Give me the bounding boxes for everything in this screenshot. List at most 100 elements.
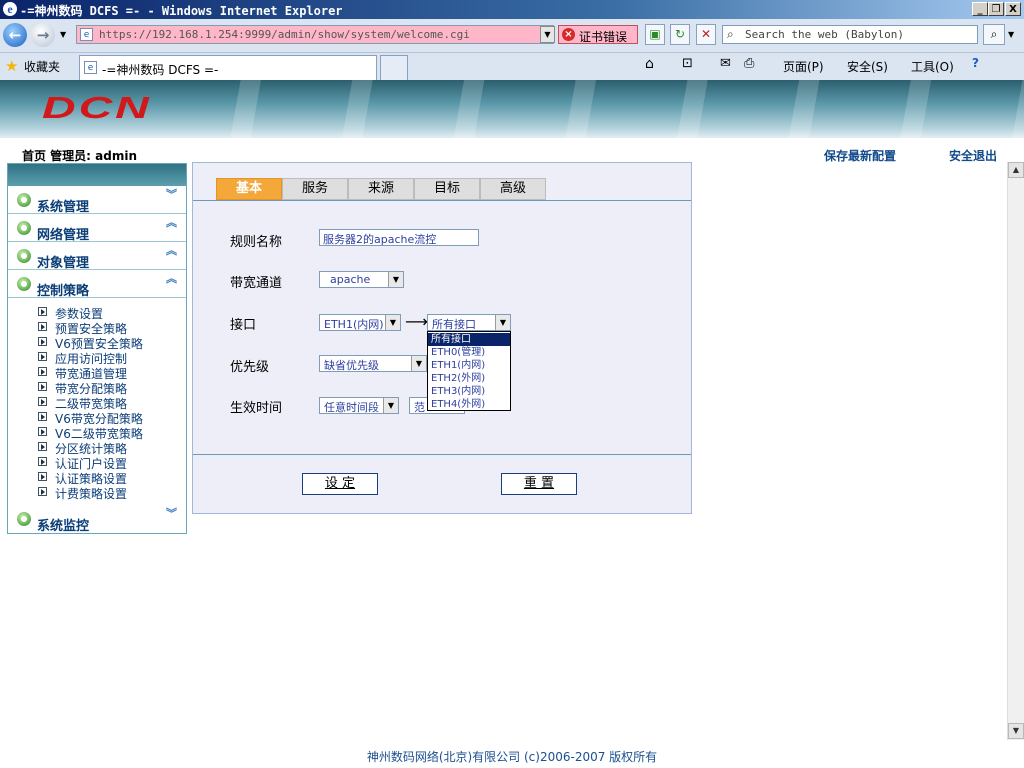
search-placeholder[interactable]: Search the web (Babylon) <box>745 28 904 41</box>
scroll-up-icon[interactable]: ▲ <box>1008 162 1024 178</box>
interface-to-select[interactable]: 所有接口 ▼ <box>427 314 511 331</box>
page-menu[interactable]: 页面(P) <box>783 58 824 75</box>
interface-option[interactable]: ETH0(管理) <box>428 346 510 359</box>
page-scrollbar[interactable]: ▲ ▼ <box>1007 162 1024 740</box>
compatibility-view-button[interactable]: ▣ <box>645 24 665 45</box>
chevron-down-icon[interactable]: ▼ <box>388 272 403 287</box>
address-dropdown-button[interactable]: ▼ <box>540 26 555 43</box>
chevron-down-icon[interactable]: ▼ <box>411 356 426 371</box>
browser-tab[interactable]: e -=神州数码 DCFS =- <box>79 55 377 80</box>
tab-source[interactable]: 来源 <box>348 178 414 200</box>
chevron-down-icon[interactable]: ▼ <box>495 315 510 330</box>
interface-from-select[interactable]: ETH1(内网) ▼ <box>319 314 401 331</box>
priority-label: 优先级 <box>230 360 270 375</box>
channel-select[interactable]: apache ▼ <box>319 271 404 288</box>
mail-icon[interactable]: ✉ <box>720 56 731 71</box>
sidebar-section-system[interactable]: 系统管理 ︾ <box>8 187 186 215</box>
tab-basic[interactable]: 基本 <box>216 178 282 200</box>
section-ball-icon <box>17 512 31 526</box>
close-button[interactable]: X <box>1005 2 1021 16</box>
refresh-button[interactable]: ↻ <box>670 24 690 45</box>
new-tab-button[interactable] <box>380 55 408 80</box>
sidebar-section-network[interactable]: 网络管理 ︽ <box>8 215 186 243</box>
sidebar-section-control[interactable]: 控制策略 ︽ <box>8 271 186 299</box>
page-favicon-icon: e <box>80 28 93 41</box>
interface-option[interactable]: ETH2(外网) <box>428 372 510 385</box>
right-arrow-icon: ⟶ <box>405 312 428 331</box>
expand-box-icon <box>38 442 47 451</box>
chevron-down-icon[interactable]: ︾ <box>166 189 177 200</box>
time-select[interactable]: 任意时间段 ▼ <box>319 397 399 414</box>
expand-box-icon <box>38 382 47 391</box>
search-go-button[interactable]: ⌕ <box>983 24 1005 45</box>
forward-button[interactable]: → <box>31 23 55 47</box>
history-dropdown-icon[interactable]: ▼ <box>60 30 66 39</box>
interface-option[interactable]: ETH4(外网) <box>428 398 510 411</box>
expand-box-icon <box>38 427 47 436</box>
refresh-icon: ↻ <box>674 27 686 41</box>
home-icon[interactable]: ⌂ <box>645 56 654 72</box>
search-icon: ⌕ <box>727 27 734 41</box>
expand-box-icon <box>38 307 47 316</box>
search-box[interactable]: ⌕ Search the web (Babylon) <box>722 25 978 44</box>
tools-menu[interactable]: 工具(O) <box>911 58 954 75</box>
tab-service[interactable]: 服务 <box>282 178 348 200</box>
channel-value: apache <box>330 273 371 286</box>
priority-select[interactable]: 缺省优先级 ▼ <box>319 355 427 372</box>
reset-button[interactable]: 重 置 <box>501 473 577 495</box>
chevron-up-icon[interactable]: ︽ <box>166 273 177 284</box>
window-titlebar: e -=神州数码 DCFS =- - Windows Internet Expl… <box>0 0 1024 19</box>
search-options-icon[interactable]: ▼ <box>1008 30 1014 39</box>
header-banner <box>0 80 1024 138</box>
logout-link[interactable]: 安全退出 <box>949 147 997 164</box>
expand-box-icon <box>38 412 47 421</box>
chevron-up-icon[interactable]: ︽ <box>166 217 177 228</box>
expand-box-icon <box>38 367 47 376</box>
favorites-star-icon[interactable]: ★ <box>5 57 18 75</box>
sidebar-section-label: 对象管理 <box>37 256 90 271</box>
interface-from-value: ETH1(内网) <box>324 318 384 331</box>
interface-option[interactable]: 所有接口 <box>428 333 510 346</box>
restore-button[interactable]: ❐ <box>988 2 1004 16</box>
ie-logo-icon: e <box>3 2 17 16</box>
print-icon[interactable]: ⎙ <box>744 56 754 71</box>
chevron-down-icon[interactable]: ︾ <box>166 508 177 519</box>
expand-box-icon <box>38 472 47 481</box>
rss-feed-icon[interactable]: ⊡ <box>682 56 693 71</box>
sidebar-section-label: 系统监控 <box>37 519 90 534</box>
expand-box-icon <box>38 322 47 331</box>
interface-option[interactable]: ETH1(内网) <box>428 359 510 372</box>
set-button[interactable]: 设 定 <box>302 473 378 495</box>
url-text[interactable]: https://192.168.1.254:9999/admin/show/sy… <box>99 28 470 41</box>
back-button[interactable]: ← <box>3 23 27 47</box>
interface-to-value: 所有接口 <box>432 318 476 331</box>
section-ball-icon <box>17 249 31 263</box>
navigation-bar: ← → ▼ e https://192.168.1.254:9999/admin… <box>0 19 1024 53</box>
certificate-error-button[interactable]: × 证书错误 <box>558 25 638 44</box>
chevron-up-icon[interactable]: ︽ <box>166 245 177 256</box>
interface-option[interactable]: ETH3(内网) <box>428 385 510 398</box>
back-arrow-icon: ← <box>8 26 22 44</box>
user-info: 首页 管理员: admin <box>22 149 138 163</box>
forward-arrow-icon: → <box>36 26 50 44</box>
favorites-label[interactable]: 收藏夹 <box>24 58 60 75</box>
interface-label: 接口 <box>230 318 257 333</box>
rule-name-input[interactable]: 服务器2的apache流控 <box>319 229 479 246</box>
help-icon[interactable]: ? <box>972 56 979 70</box>
compat-page-icon: ▣ <box>649 27 661 41</box>
sidebar-section-monitor[interactable]: 系统监控 ︾ <box>8 506 186 534</box>
sidebar-section-object[interactable]: 对象管理 ︽ <box>8 243 186 271</box>
chevron-down-icon[interactable]: ▼ <box>383 398 398 413</box>
safety-menu[interactable]: 安全(S) <box>847 58 888 75</box>
address-bar[interactable]: e https://192.168.1.254:9999/admin/show/… <box>76 25 554 44</box>
save-config-link[interactable]: 保存最新配置 <box>824 147 896 164</box>
tab-destination[interactable]: 目标 <box>414 178 480 200</box>
stop-button[interactable]: ✕ <box>696 24 716 45</box>
time-label: 生效时间 <box>230 401 283 416</box>
interface-dropdown-list[interactable]: 所有接口 ETH0(管理) ETH1(内网) ETH2(外网) ETH3(内网)… <box>427 331 511 411</box>
minimize-button[interactable]: _ <box>972 2 988 16</box>
scroll-down-icon[interactable]: ▼ <box>1008 723 1024 739</box>
chevron-down-icon[interactable]: ▼ <box>385 315 400 330</box>
section-ball-icon <box>17 193 31 207</box>
tab-advanced[interactable]: 高级 <box>480 178 546 200</box>
